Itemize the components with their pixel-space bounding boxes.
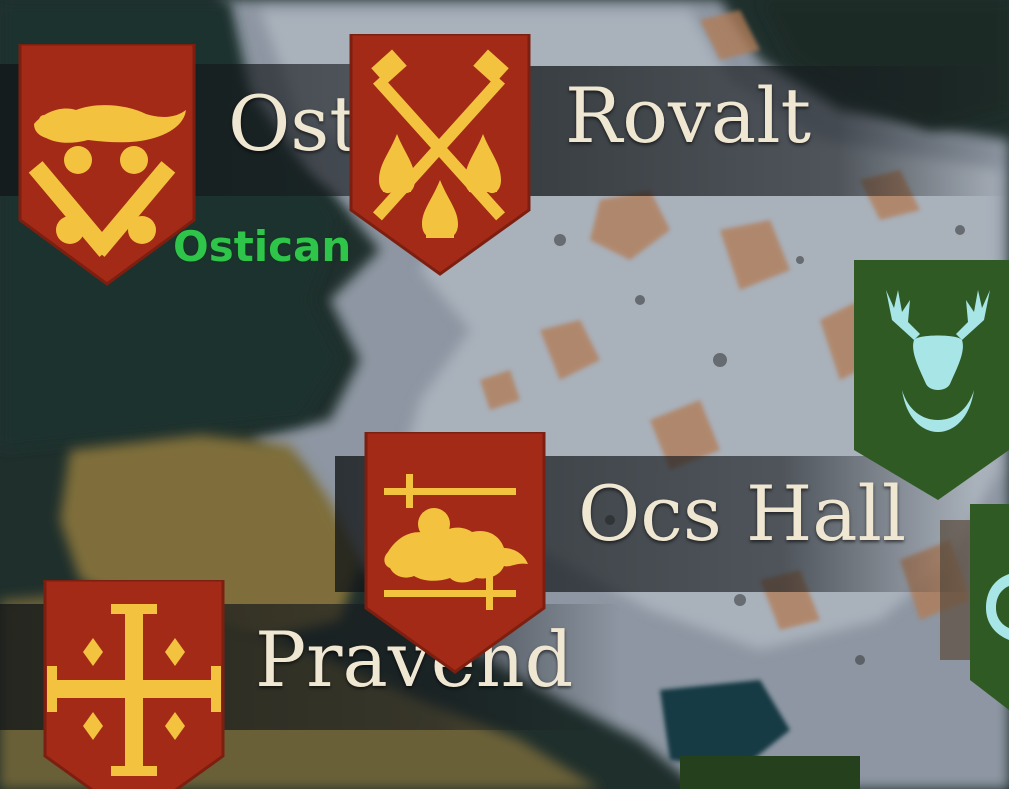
- ostican-banner[interactable]: [16, 44, 198, 288]
- green-faction-banner-crescent[interactable]: [970, 504, 1009, 710]
- pravend-banner[interactable]: [43, 580, 225, 789]
- green-faction-banner-stag[interactable]: [852, 260, 1009, 504]
- rovalt-banner[interactable]: [349, 34, 531, 278]
- campaign-map[interactable]: Ostican Rovalt Ocs Hall Pravend: [0, 0, 1009, 789]
- ostican-owner-tag: Ostican: [173, 222, 352, 271]
- rovalt-name-label[interactable]: Rovalt: [565, 78, 811, 154]
- ocs-hall-banner[interactable]: [364, 432, 546, 674]
- ostican-name-label[interactable]: Ostican: [228, 86, 350, 162]
